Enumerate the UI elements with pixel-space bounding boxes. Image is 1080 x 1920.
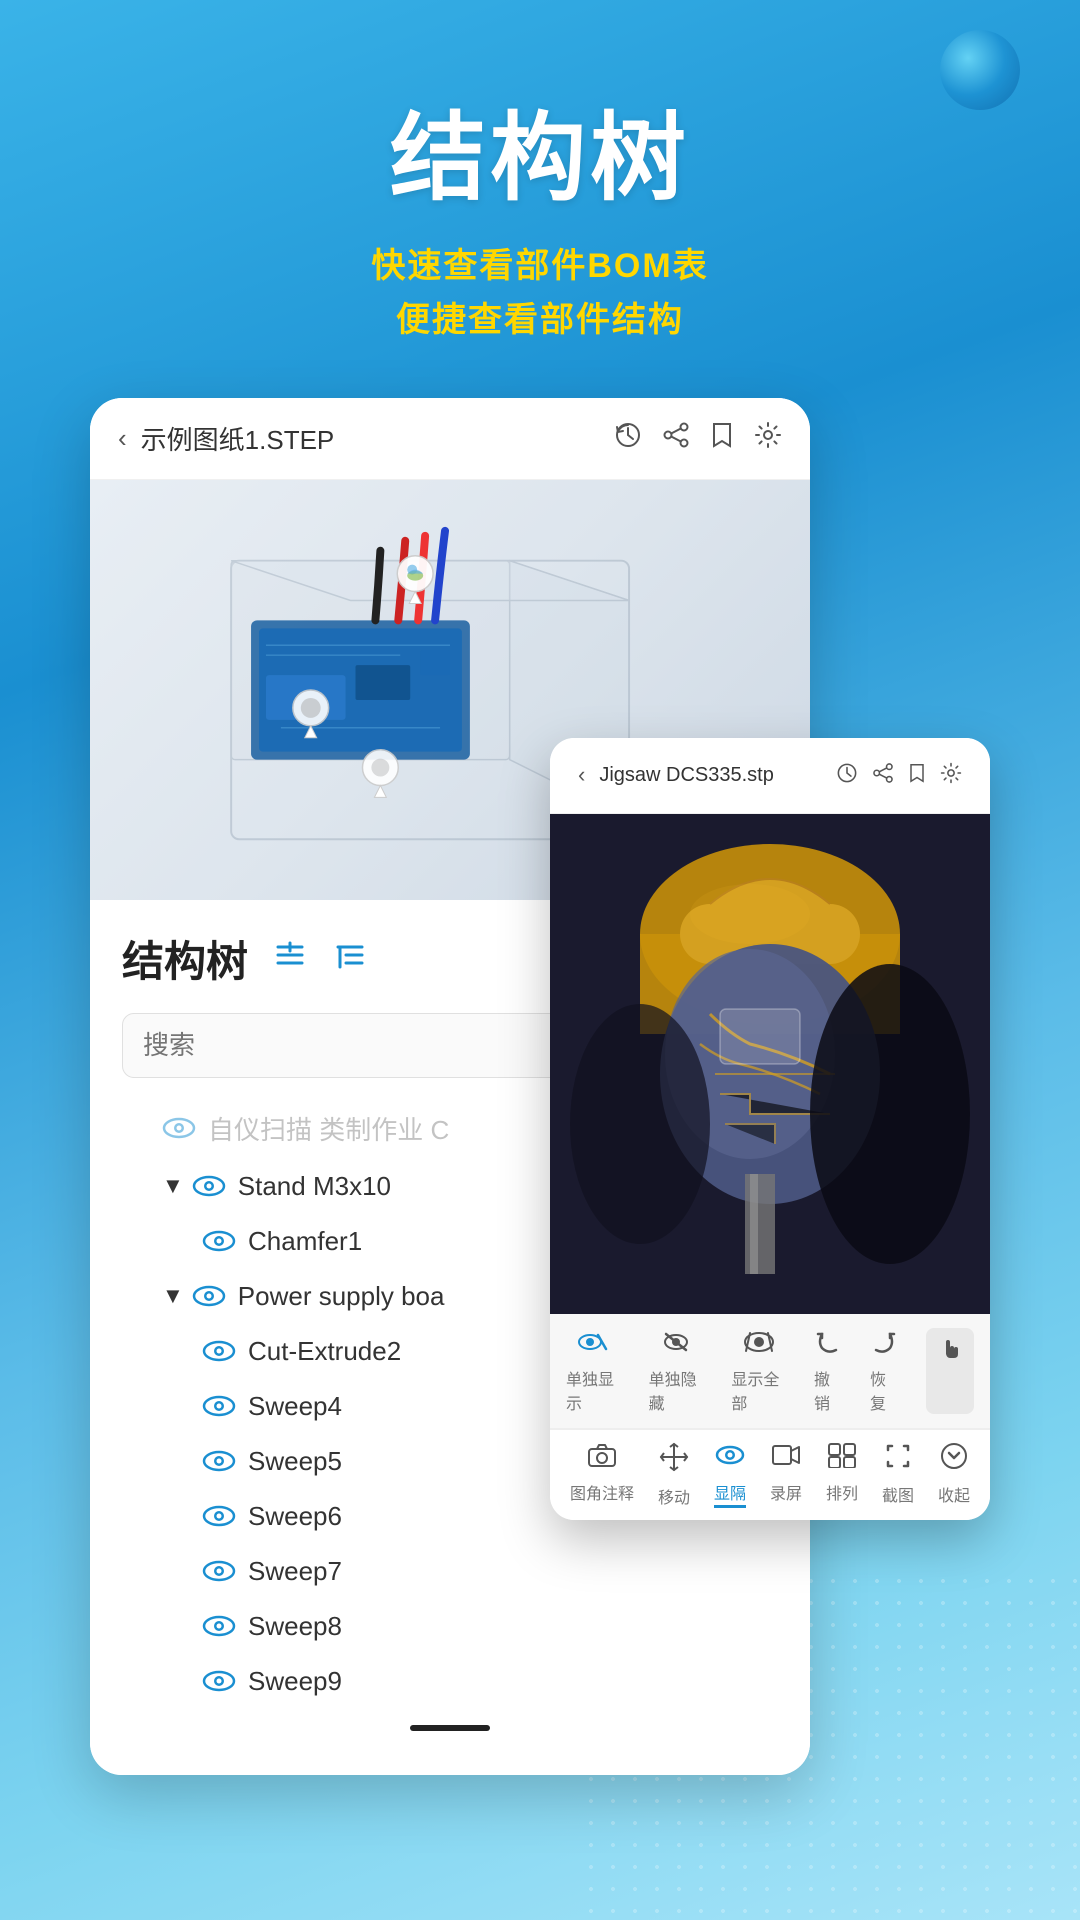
tree-item-label-sweep5: Sweep5 (248, 1446, 342, 1477)
move-icon (659, 1442, 689, 1480)
eye-icon[interactable] (192, 1175, 226, 1197)
display-label: 显隔 (714, 1480, 746, 1504)
tree-item-label-sweep9: Sweep9 (248, 1666, 342, 1697)
toolbar-camera-btn[interactable]: 图角注释 (570, 1442, 634, 1508)
share-icon[interactable] (662, 421, 690, 456)
record-label: 录屏 (770, 1480, 802, 1504)
collapse-icon[interactable] (332, 937, 368, 980)
show-all-label: 显示全部 (731, 1366, 786, 1414)
display-icon (715, 1442, 745, 1476)
toolbar-move-btn[interactable]: 移动 (658, 1442, 690, 1508)
secondary-back-button[interactable]: ‹ (578, 762, 585, 788)
secondary-3d-model (550, 814, 990, 1314)
secondary-toolbar-bottom: 图角注释 移动 (550, 1429, 990, 1520)
arrange-icon (827, 1442, 857, 1476)
toolbar-single-display-btn[interactable]: 单独显示 (566, 1328, 621, 1414)
history-icon[interactable] (614, 421, 642, 456)
secondary-header-icons (836, 760, 962, 791)
eye-icon[interactable] (192, 1285, 226, 1307)
eye-icon[interactable] (162, 1117, 196, 1139)
more-icon (940, 1442, 968, 1478)
toolbar-redo-btn[interactable]: 恢复 (870, 1328, 898, 1414)
toolbar-hand-btn[interactable] (926, 1328, 974, 1414)
toolbar-display-btn[interactable]: 显隔 (714, 1442, 746, 1508)
secondary-share-icon[interactable] (872, 760, 894, 791)
toolbar-more-btn[interactable]: 收起 (938, 1442, 970, 1508)
show-all-icon (742, 1328, 776, 1362)
hand-icon (936, 1334, 964, 1370)
toolbar-screenshot-btn[interactable]: 截图 (882, 1442, 914, 1508)
tree-item-label-chamfer: Chamfer1 (248, 1226, 362, 1257)
eye-icon[interactable] (202, 1670, 236, 1692)
bookmark-icon[interactable] (710, 421, 734, 456)
arrow-icon-stand[interactable]: ▼ (162, 1173, 184, 1199)
back-button[interactable]: ‹ (118, 423, 127, 454)
eye-icon[interactable] (202, 1395, 236, 1417)
eye-icon[interactable] (202, 1230, 236, 1252)
undo-icon (814, 1328, 842, 1362)
tree-item-sweep7: Sweep7 (122, 1544, 778, 1599)
eye-icon[interactable] (202, 1505, 236, 1527)
secondary-bookmark-icon[interactable] (908, 760, 926, 791)
panel-title: 结构树 (122, 928, 248, 989)
hero-subtitle: 快速查看部件BOM表 便捷查看部件结构 (0, 239, 1080, 348)
tree-item-label-sweep4: Sweep4 (248, 1391, 342, 1422)
secondary-card-header: ‹ Jigsaw DCS335.stp (550, 738, 990, 814)
single-display-icon (578, 1328, 608, 1362)
tree-item-label-sweep7: Sweep7 (248, 1556, 342, 1587)
tree-item-label-stand: Stand M3x10 (238, 1171, 391, 1202)
single-hide-icon (661, 1328, 691, 1362)
tree-item-label-sweep6: Sweep6 (248, 1501, 342, 1532)
cards-container: ‹ 示例图纸1.STEP (90, 398, 990, 1598)
home-indicator (410, 1725, 490, 1731)
tree-item-label-0: 自仪扫描 类制作业 C (208, 1110, 449, 1147)
toolbar-arrange-btn[interactable]: 排列 (826, 1442, 858, 1508)
screenshot-icon (884, 1442, 912, 1478)
arrange-label: 排列 (826, 1480, 858, 1504)
screenshot-label: 截图 (882, 1482, 914, 1506)
file-title: 示例图纸1.STEP (141, 420, 614, 457)
hero-title: 结构树 (0, 80, 1080, 219)
eye-icon[interactable] (202, 1340, 236, 1362)
move-label: 移动 (658, 1484, 690, 1508)
hero-subtitle-line1: 快速查看部件BOM表 (0, 239, 1080, 293)
decorative-orb (940, 30, 1020, 110)
tree-item-sweep8: Sweep8 (122, 1599, 778, 1654)
hero-subtitle-line2: 便捷查看部件结构 (0, 293, 1080, 347)
tree-item-sweep9: Sweep9 (122, 1654, 778, 1709)
eye-icon[interactable] (202, 1615, 236, 1637)
camera-icon (587, 1442, 617, 1476)
expand-all-icon[interactable] (272, 937, 308, 980)
redo-icon (870, 1328, 898, 1362)
toolbar-show-all-btn[interactable]: 显示全部 (731, 1328, 786, 1414)
secondary-model-viewer (550, 814, 990, 1314)
hero-section: 结构树 快速查看部件BOM表 便捷查看部件结构 (0, 0, 1080, 398)
header-icons (614, 421, 782, 456)
eye-icon[interactable] (202, 1560, 236, 1582)
toolbar-record-btn[interactable]: 录屏 (770, 1442, 802, 1508)
single-hide-label: 单独隐藏 (649, 1366, 704, 1414)
eye-icon[interactable] (202, 1450, 236, 1472)
settings-icon[interactable] (754, 421, 782, 456)
more-label: 收起 (938, 1482, 970, 1506)
toolbar-undo-btn[interactable]: 撤销 (814, 1328, 842, 1414)
secondary-toolbar-top: 单独显示 单独隐藏 (550, 1314, 990, 1429)
arrow-icon-power[interactable]: ▼ (162, 1283, 184, 1309)
camera-label: 图角注释 (570, 1480, 634, 1504)
single-display-label: 单独显示 (566, 1366, 621, 1414)
primary-card-header: ‹ 示例图纸1.STEP (90, 398, 810, 480)
tree-item-label-cutextrude: Cut-Extrude2 (248, 1336, 401, 1367)
card-secondary: ‹ Jigsaw DCS335.stp (550, 738, 990, 1520)
undo-label: 撤销 (814, 1366, 842, 1414)
secondary-file-title: Jigsaw DCS335.stp (599, 764, 836, 787)
secondary-settings-icon[interactable] (940, 760, 962, 791)
redo-label: 恢复 (870, 1366, 898, 1414)
secondary-history-icon[interactable] (836, 760, 858, 791)
record-icon (771, 1442, 801, 1476)
tree-item-label-sweep8: Sweep8 (248, 1611, 342, 1642)
toolbar-single-hide-btn[interactable]: 单独隐藏 (649, 1328, 704, 1414)
tree-item-label-power: Power supply boa (238, 1281, 445, 1312)
